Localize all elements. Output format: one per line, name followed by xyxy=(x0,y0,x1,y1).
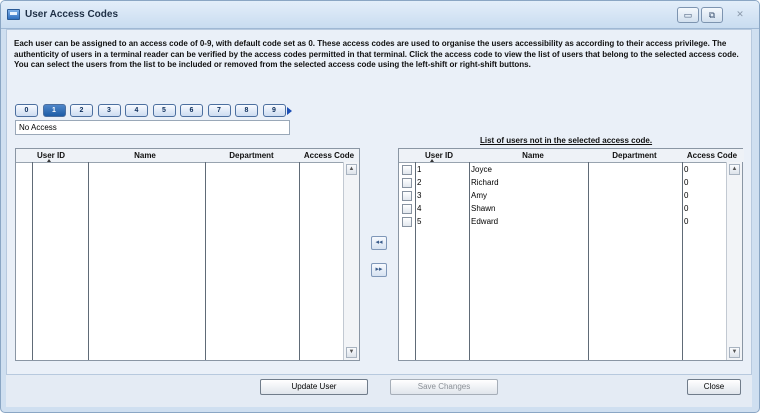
next-code-arrow-icon[interactable] xyxy=(287,107,292,115)
close-window-button[interactable]: ✕ xyxy=(727,7,753,23)
row-checkbox[interactable] xyxy=(402,178,412,188)
users-not-in-code-grid[interactable]: User ID Name Department Access Code ▲ ▼ … xyxy=(398,148,744,361)
access-code-button-2[interactable]: 2 xyxy=(70,104,93,117)
cell-name: Amy xyxy=(471,191,487,200)
scroll-down-icon[interactable]: ▼ xyxy=(346,347,357,358)
cell-user-id: 5 xyxy=(417,217,422,226)
column-header-name[interactable]: Name xyxy=(86,149,204,162)
access-code-name-field[interactable]: No Access xyxy=(15,120,290,135)
cell-access-code: 0 xyxy=(684,165,689,174)
maximize-button[interactable]: ⧉ xyxy=(701,7,723,23)
access-code-button-6[interactable]: 6 xyxy=(180,104,203,117)
vertical-scrollbar[interactable]: ▲ ▼ xyxy=(343,162,359,360)
row-checkbox[interactable] xyxy=(402,165,412,175)
column-header-name[interactable]: Name xyxy=(479,149,587,162)
row-checkbox[interactable] xyxy=(402,217,412,227)
row-checkbox[interactable] xyxy=(402,191,412,201)
shift-right-button[interactable]: ▸▸ xyxy=(371,263,387,277)
column-header-user-id[interactable]: User ID xyxy=(399,149,479,162)
access-code-button-5[interactable]: 5 xyxy=(152,104,176,117)
table-row[interactable]: 3 Amy 0 xyxy=(399,189,727,202)
column-header-user-id[interactable]: User ID xyxy=(16,149,86,162)
vertical-scrollbar[interactable]: ▲ ▼ xyxy=(726,162,742,360)
cell-user-id: 4 xyxy=(417,204,422,213)
table-row[interactable]: 4 Shawn 0 xyxy=(399,202,727,215)
description-text: Each user can be assigned to an access c… xyxy=(14,39,739,70)
column-divider xyxy=(88,162,89,360)
column-header-department[interactable]: Department xyxy=(587,149,682,162)
table-row[interactable]: 5 Edward 0 xyxy=(399,215,727,228)
column-divider xyxy=(32,162,33,360)
cell-access-code: 0 xyxy=(684,178,689,187)
scroll-up-icon[interactable]: ▲ xyxy=(729,164,740,175)
table-row[interactable]: 1 Joyce 0 xyxy=(399,163,727,176)
column-header-department[interactable]: Department xyxy=(204,149,299,162)
app-icon xyxy=(7,9,20,20)
table-row[interactable]: 2 Richard 0 xyxy=(399,176,727,189)
title-bar: User Access Codes ▭ ⧉ ✕ xyxy=(1,1,759,29)
column-header-access-code[interactable]: Access Code xyxy=(680,149,744,162)
users-in-code-grid[interactable]: User ID Name Department Access Code ▲ ▼ xyxy=(15,148,360,361)
minimize-button[interactable]: ▭ xyxy=(677,7,699,23)
cell-access-code: 0 xyxy=(684,191,689,200)
window-title: User Access Codes xyxy=(25,9,119,20)
save-changes-button: Save Changes xyxy=(390,379,498,395)
access-code-button-1[interactable]: 1 xyxy=(42,104,66,117)
access-code-button-7[interactable]: 7 xyxy=(207,104,231,117)
update-user-button[interactable]: Update User xyxy=(260,379,368,395)
footer-bar xyxy=(6,374,752,407)
cell-name: Joyce xyxy=(471,165,492,174)
access-code-button-4[interactable]: 4 xyxy=(125,104,148,117)
cell-name: Richard xyxy=(471,178,499,187)
cell-user-id: 1 xyxy=(417,165,422,174)
cell-user-id: 3 xyxy=(417,191,422,200)
access-code-button-9[interactable]: 9 xyxy=(262,104,286,117)
cell-name: Edward xyxy=(471,217,499,226)
right-list-caption: List of users not in the selected access… xyxy=(480,136,653,145)
access-code-button-3[interactable]: 3 xyxy=(97,104,121,117)
header-divider xyxy=(16,162,343,163)
scroll-down-icon[interactable]: ▼ xyxy=(729,347,740,358)
access-code-button-8[interactable]: 8 xyxy=(235,104,258,117)
column-divider xyxy=(205,162,206,360)
column-divider xyxy=(299,162,300,360)
cell-user-id: 2 xyxy=(417,178,422,187)
access-code-button-0[interactable]: 0 xyxy=(15,104,38,117)
cell-access-code: 0 xyxy=(684,204,689,213)
cell-name: Shawn xyxy=(471,204,496,213)
column-header-access-code[interactable]: Access Code xyxy=(299,149,359,162)
row-checkbox[interactable] xyxy=(402,204,412,214)
shift-left-button[interactable]: ◂◂ xyxy=(371,236,387,250)
close-button[interactable]: Close xyxy=(687,379,741,395)
cell-access-code: 0 xyxy=(684,217,689,226)
scroll-up-icon[interactable]: ▲ xyxy=(346,164,357,175)
